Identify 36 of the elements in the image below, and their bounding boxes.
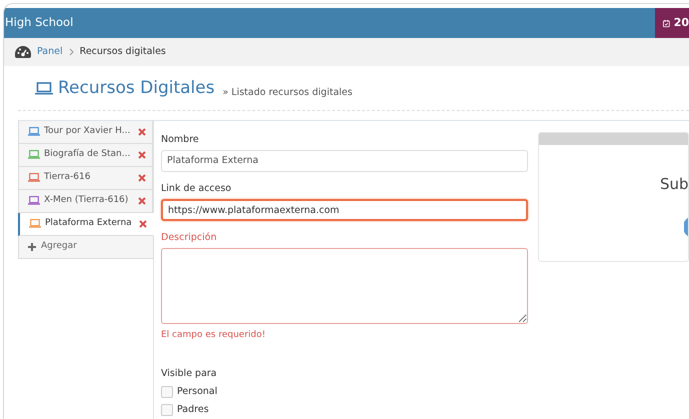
resource-tab[interactable]: Plataforma Externa	[18, 212, 154, 236]
remove-icon[interactable]	[139, 220, 147, 228]
input-field[interactable]: https://www.plataformaexterna.com	[161, 199, 528, 221]
resource-tab[interactable]: Biografía de Stan...	[18, 144, 153, 166]
page-subtitle: » Listado recursos digitales	[222, 86, 352, 100]
checkbox-label: Padres	[177, 403, 209, 418]
field-label: Descripción	[161, 231, 218, 245]
add-button[interactable]: Agregar	[18, 236, 154, 258]
school-name: High School	[4, 14, 74, 32]
checkbox-label: Personal	[177, 385, 218, 399]
page-title: Recursos Digitales	[35, 76, 215, 102]
field-label: Visible para	[161, 366, 218, 381]
panel-text: Sub	[660, 174, 688, 194]
field-label: Link de acceso	[161, 182, 232, 196]
checkbox[interactable]	[161, 386, 173, 398]
textarea-field[interactable]	[161, 248, 528, 324]
checkbox[interactable]	[161, 404, 173, 416]
chevron-icon	[68, 48, 74, 56]
input-field[interactable]: Plataforma Externa	[161, 150, 528, 172]
remove-icon[interactable]	[138, 196, 146, 204]
remove-icon[interactable]	[138, 174, 146, 182]
resource-tab[interactable]: Tour por Xavier H...	[18, 120, 153, 144]
resource-tab[interactable]: X-Men (Tierra-616)	[18, 190, 153, 212]
field-label: Nombre	[161, 132, 200, 146]
dashboard-icon	[15, 46, 31, 58]
remove-icon[interactable]	[138, 150, 146, 158]
resource-tab[interactable]: Tierra-616	[18, 166, 153, 190]
plus-icon	[28, 242, 36, 250]
remove-icon[interactable]	[138, 128, 146, 136]
breadcrumb-link[interactable]: Panel	[37, 44, 63, 60]
calendar-icon	[663, 18, 670, 28]
breadcrumb-current: Recursos digitales	[80, 44, 166, 59]
date-badge[interactable]: 20	[655, 8, 689, 38]
error-message: El campo es requerido!	[161, 329, 266, 342]
laptop-icon	[35, 82, 53, 96]
date-text: 20	[674, 14, 689, 31]
